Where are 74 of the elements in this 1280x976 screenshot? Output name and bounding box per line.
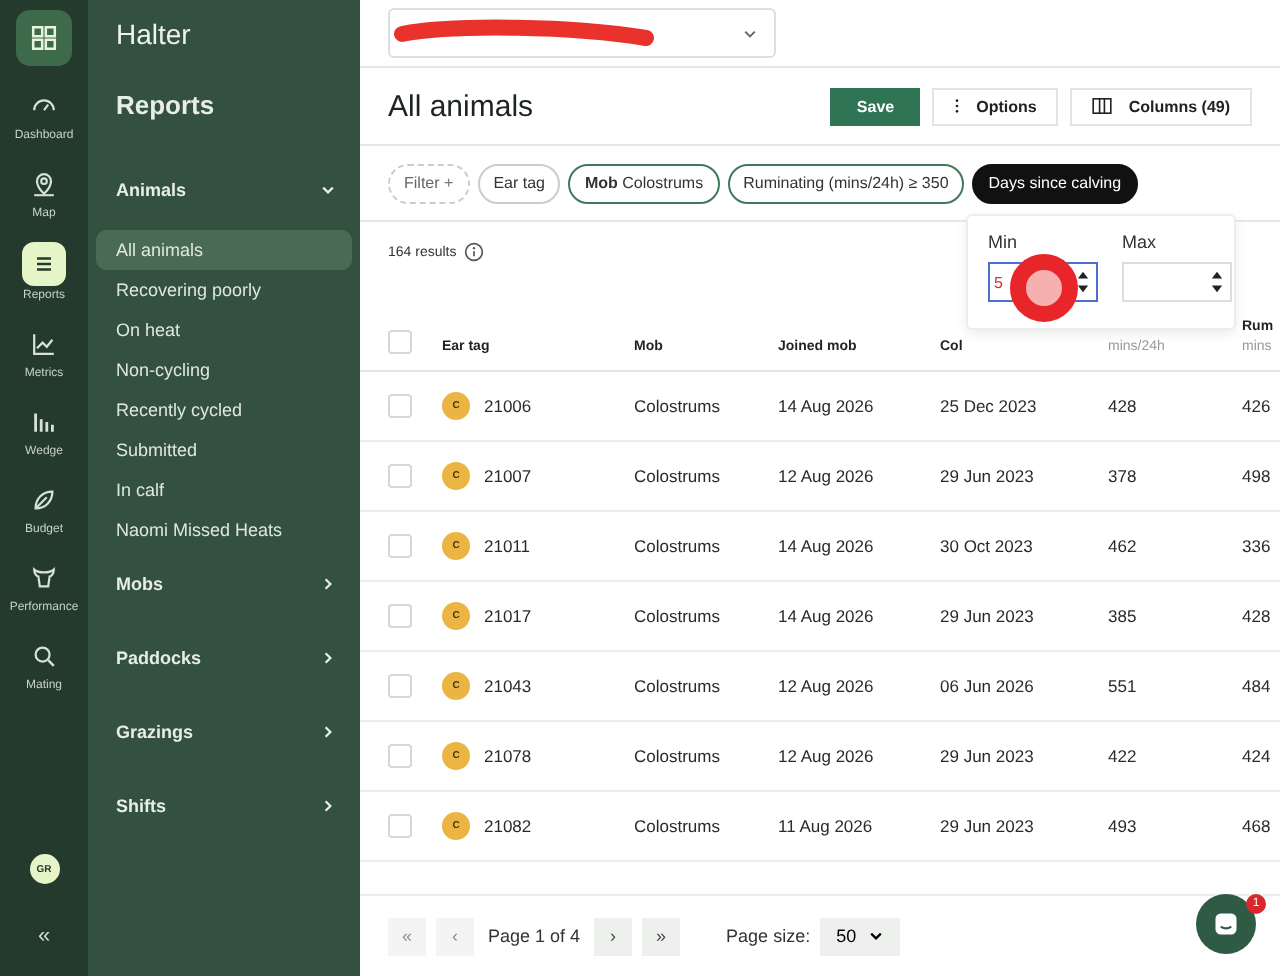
sidebar-item[interactable]: On heat bbox=[96, 310, 352, 350]
filter-chip[interactable]: Days since calving bbox=[972, 163, 1138, 203]
table-cell: 551 bbox=[1108, 675, 1137, 695]
page-indicator: Page 1 of 4 bbox=[488, 926, 581, 946]
table-cell: 29 Jun 2023 bbox=[940, 465, 1034, 485]
table-cell: 428 bbox=[1242, 605, 1271, 625]
last-page-button[interactable]: » bbox=[642, 917, 681, 955]
sidebar-item[interactable]: Recovering poorly bbox=[96, 270, 352, 310]
brand-name: Halter bbox=[114, 18, 193, 50]
filter-chip[interactable]: Ear tag bbox=[477, 163, 561, 203]
table-cell: 12 Aug 2026 bbox=[778, 745, 874, 765]
table-cell: 21082 bbox=[484, 815, 532, 835]
add-filter-button[interactable]: Filter + bbox=[388, 163, 470, 203]
table-cell: 21006 bbox=[484, 395, 532, 415]
table-cell: 14 Aug 2026 bbox=[778, 535, 874, 555]
table-cell: 498 bbox=[1242, 465, 1271, 485]
table-cell: Colostrums bbox=[634, 745, 720, 765]
columns-button[interactable]: Columns (49) bbox=[1070, 87, 1252, 125]
options-button[interactable]: Options bbox=[932, 87, 1059, 125]
sidebar-heading: Reports bbox=[114, 90, 217, 120]
table-cell: 468 bbox=[1242, 815, 1271, 835]
section-header[interactable]: Paddocks bbox=[96, 644, 352, 672]
table-cell: Colostrums bbox=[634, 815, 720, 835]
section-header[interactable]: Grazings bbox=[96, 718, 352, 746]
save-button[interactable]: Save bbox=[830, 87, 921, 125]
max-label: Max bbox=[1122, 232, 1159, 252]
filter-chip[interactable]: Mob Colostrums bbox=[568, 163, 720, 203]
section-header[interactable]: Shifts bbox=[96, 792, 352, 820]
table-cell: 06 Jun 2026 bbox=[940, 675, 1034, 695]
table-cell: 378 bbox=[1108, 465, 1137, 485]
table-cell: 462 bbox=[1108, 535, 1137, 555]
table-cell: 25 Dec 2023 bbox=[940, 395, 1037, 415]
table-cell: 385 bbox=[1108, 605, 1137, 625]
sidebar-item[interactable]: Submitted bbox=[96, 430, 352, 470]
table-cell: 422 bbox=[1108, 745, 1137, 765]
sidebar-item[interactable]: Naomi Missed Heats bbox=[96, 510, 352, 550]
table-cell: 21017 bbox=[484, 605, 532, 625]
table-cell: 14 Aug 2026 bbox=[778, 605, 874, 625]
table-cell: Colostrums bbox=[634, 465, 720, 485]
table-cell: Colostrums bbox=[634, 535, 720, 555]
table-cell: 426 bbox=[1242, 395, 1271, 415]
table-cell: 336 bbox=[1242, 535, 1271, 555]
table-cell: 424 bbox=[1242, 745, 1271, 765]
collapse-button[interactable]: « bbox=[33, 924, 55, 948]
filter-chip[interactable]: Ruminating (mins/24h) ≥ 350 bbox=[727, 163, 965, 203]
page-title: All animals bbox=[388, 89, 534, 123]
page-size-label: Page size: bbox=[726, 926, 811, 946]
sidebar-item[interactable]: Recently cycled bbox=[96, 390, 352, 430]
table-cell: 21043 bbox=[484, 675, 532, 695]
table-cell: 12 Aug 2026 bbox=[778, 675, 874, 695]
section-header[interactable]: Animals bbox=[96, 176, 352, 204]
table-cell: 21007 bbox=[484, 465, 532, 485]
table-cell: 14 Aug 2026 bbox=[778, 395, 874, 415]
sidebar-item[interactable]: Non-cycling bbox=[96, 350, 352, 390]
table-cell: 12 Aug 2026 bbox=[778, 465, 874, 485]
next-page-button[interactable]: › bbox=[594, 917, 633, 955]
table-cell: 29 Jun 2023 bbox=[940, 745, 1034, 765]
table-cell: Colostrums bbox=[634, 675, 720, 695]
section-header[interactable]: Mobs bbox=[96, 570, 352, 598]
table-cell: 484 bbox=[1242, 675, 1271, 695]
sidebar-item[interactable]: All animals bbox=[96, 230, 352, 270]
sidebar-item[interactable]: In calf bbox=[96, 470, 352, 510]
table-cell: 30 Oct 2023 bbox=[940, 535, 1033, 555]
table-cell: 29 Jun 2023 bbox=[940, 815, 1034, 835]
table-cell: 493 bbox=[1108, 815, 1137, 835]
table-cell: 428 bbox=[1108, 395, 1137, 415]
table-cell: 21078 bbox=[484, 745, 532, 765]
page-size-select[interactable]: 50 bbox=[820, 917, 901, 955]
table-cell: Colostrums bbox=[634, 395, 720, 415]
table-cell: 11 Aug 2026 bbox=[778, 815, 873, 835]
min-label: Min bbox=[988, 232, 1020, 252]
table-cell: Colostrums bbox=[634, 605, 720, 625]
table-cell: 29 Jun 2023 bbox=[940, 605, 1034, 625]
table-cell: 21011 bbox=[484, 535, 531, 555]
